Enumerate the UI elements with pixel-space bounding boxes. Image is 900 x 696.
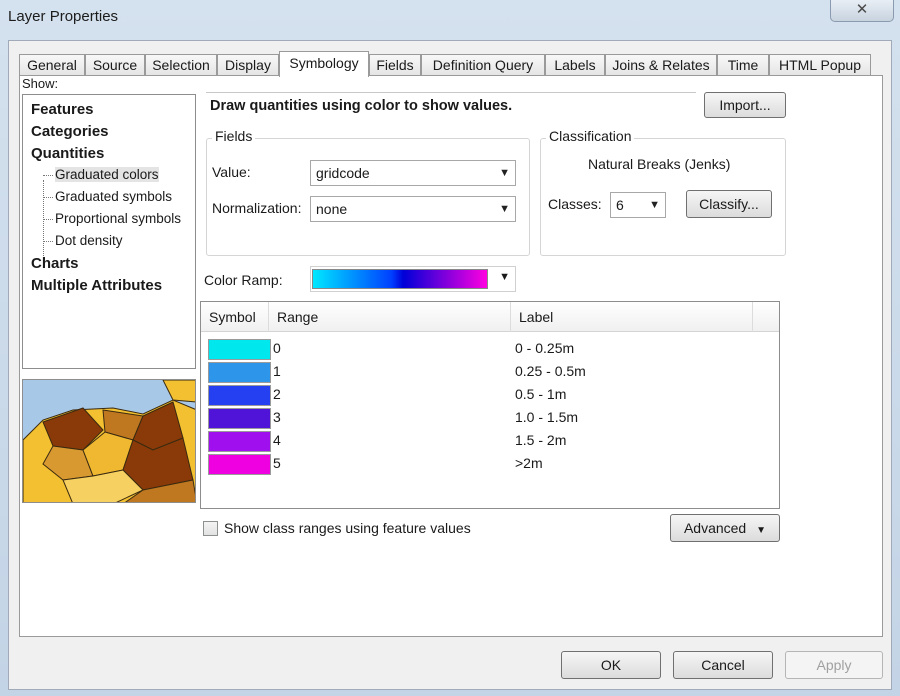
- tree-item-graduated-colors[interactable]: Graduated colors: [55, 167, 159, 182]
- tab-html-popup[interactable]: HTML Popup: [769, 54, 871, 76]
- label-cell[interactable]: 0.5 - 1m: [515, 386, 566, 402]
- symbology-panel: Show: Features Categories Quantities Gra…: [19, 75, 883, 637]
- range-cell[interactable]: 3: [273, 409, 281, 425]
- classes-dropdown-text: 6: [616, 197, 624, 213]
- tree-connector: [43, 180, 44, 256]
- label-cell[interactable]: 0 - 0.25m: [515, 340, 574, 356]
- tab-general[interactable]: General: [19, 54, 85, 76]
- header-symbol[interactable]: Symbol: [201, 302, 269, 332]
- class-row[interactable]: 0 0 - 0.25m: [201, 338, 779, 361]
- tab-source[interactable]: Source: [85, 54, 145, 76]
- close-button[interactable]: ✕: [830, 0, 894, 22]
- range-cell[interactable]: 2: [273, 386, 281, 402]
- range-cell[interactable]: 5: [273, 455, 281, 471]
- advanced-button-label: Advanced: [683, 520, 747, 536]
- value-label: Value:: [212, 164, 251, 180]
- class-row[interactable]: 4 1.5 - 2m: [201, 430, 779, 453]
- preview-map: [22, 379, 196, 503]
- classes-label: Classes:: [548, 196, 602, 212]
- symbol-swatch[interactable]: [208, 362, 271, 383]
- tree-item-multiple-attributes[interactable]: Multiple Attributes: [31, 277, 162, 294]
- label-cell[interactable]: 1.5 - 2m: [515, 432, 566, 448]
- layer-properties-window: Layer Properties ✕ General Source Select…: [0, 0, 900, 696]
- tab-joins-relates[interactable]: Joins & Relates: [605, 54, 717, 76]
- classification-group-title: Classification: [546, 128, 635, 144]
- normalization-dropdown-text: none: [316, 201, 348, 217]
- tab-symbology[interactable]: Symbology: [279, 51, 369, 77]
- class-row[interactable]: 2 0.5 - 1m: [201, 384, 779, 407]
- symbol-swatch[interactable]: [208, 385, 271, 406]
- tree-item-dot-density[interactable]: Dot density: [55, 233, 123, 248]
- symbol-swatch[interactable]: [208, 454, 271, 475]
- advanced-button[interactable]: Advanced ▼: [670, 514, 780, 542]
- tree-item-features[interactable]: Features: [31, 101, 94, 118]
- tree-item-categories[interactable]: Categories: [31, 123, 109, 140]
- class-table: Symbol Range Label 0 0 - 0.25m 1 0.25 - 0.5…: [200, 301, 780, 509]
- color-ramp-label: Color Ramp:: [204, 272, 283, 288]
- chevron-down-icon: ▼: [499, 167, 510, 179]
- import-button-label: Import...: [719, 97, 771, 113]
- class-row[interactable]: 3 1.0 - 1.5m: [201, 407, 779, 430]
- header-range[interactable]: Range: [269, 302, 511, 332]
- symbol-swatch[interactable]: [208, 339, 271, 360]
- value-dropdown-text: gridcode: [316, 165, 370, 181]
- fields-group-title: Fields: [212, 128, 256, 144]
- import-button[interactable]: Import...: [704, 92, 786, 118]
- label-cell[interactable]: >2m: [515, 455, 543, 471]
- tree-item-proportional-symbols[interactable]: Proportional symbols: [55, 211, 181, 226]
- tree-connector: [43, 219, 53, 220]
- apply-button[interactable]: Apply: [785, 651, 883, 679]
- renderer-tree: Features Categories Quantities Graduated…: [22, 94, 196, 369]
- ok-button[interactable]: OK: [561, 651, 661, 679]
- show-class-ranges-checkbox[interactable]: [203, 521, 218, 536]
- renderer-description: Draw quantities using color to show valu…: [210, 98, 513, 114]
- chevron-down-icon: ▼: [499, 203, 510, 215]
- show-label: Show:: [22, 76, 59, 91]
- tab-display[interactable]: Display: [217, 54, 279, 76]
- class-row[interactable]: 5 >2m: [201, 453, 779, 476]
- tree-connector: [43, 197, 53, 198]
- class-row[interactable]: 1 0.25 - 0.5m: [201, 361, 779, 384]
- tree-item-graduated-symbols[interactable]: Graduated symbols: [55, 189, 172, 204]
- close-icon: ✕: [855, 1, 869, 18]
- class-table-header: Symbol Range Label: [201, 302, 779, 332]
- tab-fields[interactable]: Fields: [369, 54, 421, 76]
- tree-connector: [43, 241, 53, 242]
- cancel-button[interactable]: Cancel: [673, 651, 773, 679]
- value-dropdown[interactable]: gridcode ▼: [310, 160, 516, 186]
- tab-selection[interactable]: Selection: [145, 54, 217, 76]
- classification-method: Natural Breaks (Jenks): [588, 156, 731, 172]
- label-cell[interactable]: 0.25 - 0.5m: [515, 363, 586, 379]
- preview-map-image: [23, 380, 195, 502]
- range-cell[interactable]: 4: [273, 432, 281, 448]
- normalization-dropdown[interactable]: none ▼: [310, 196, 516, 222]
- range-cell[interactable]: 0: [273, 340, 281, 356]
- chevron-down-icon: ▼: [499, 271, 510, 283]
- tree-item-charts[interactable]: Charts: [31, 255, 79, 272]
- classify-button[interactable]: Classify...: [686, 190, 772, 218]
- show-class-ranges-label: Show class ranges using feature values: [224, 520, 471, 536]
- range-cell[interactable]: 1: [273, 363, 281, 379]
- tree-connector: [43, 175, 53, 176]
- tree-item-quantities[interactable]: Quantities: [31, 145, 104, 162]
- tab-labels[interactable]: Labels: [545, 54, 605, 76]
- symbol-swatch[interactable]: [208, 408, 271, 429]
- classes-dropdown[interactable]: 6 ▼: [610, 192, 666, 218]
- normalization-label: Normalization:: [212, 200, 302, 216]
- chevron-down-icon: ▼: [756, 525, 767, 536]
- window-title: Layer Properties: [8, 8, 119, 25]
- header-label[interactable]: Label: [511, 302, 753, 332]
- label-cell[interactable]: 1.0 - 1.5m: [515, 409, 578, 425]
- tab-definition-query[interactable]: Definition Query: [421, 54, 545, 76]
- tab-time[interactable]: Time: [717, 54, 769, 76]
- color-ramp-preview: [312, 269, 488, 289]
- dialog-client: General Source Selection Display Symbolo…: [8, 40, 892, 690]
- classify-button-label: Classify...: [699, 196, 759, 212]
- chevron-down-icon: ▼: [649, 199, 660, 211]
- symbol-swatch[interactable]: [208, 431, 271, 452]
